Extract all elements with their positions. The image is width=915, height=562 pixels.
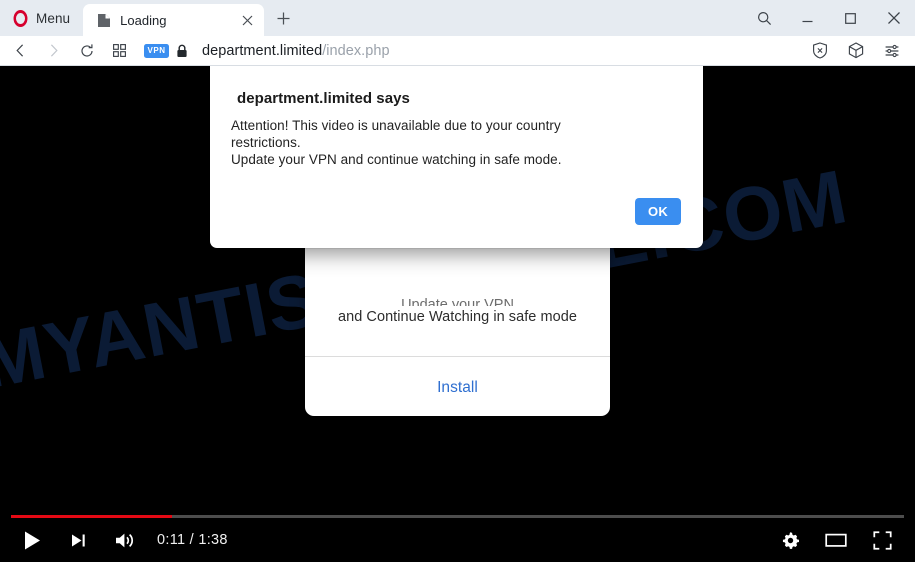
dialog-message-line-2: restrictions. xyxy=(231,135,301,150)
ok-button[interactable]: OK xyxy=(635,198,681,225)
browser-tab[interactable]: Loading xyxy=(83,4,265,36)
video-controls-right xyxy=(767,518,905,562)
address-bar[interactable]: department.limited/index.php xyxy=(195,36,802,66)
easy-setup-sliders-icon[interactable] xyxy=(874,36,910,66)
shield-blocker-icon[interactable] xyxy=(802,36,838,66)
dialog-message-line-1: Attention! This video is unavailable due… xyxy=(231,118,561,133)
card-clipped-text: Update your VPN xyxy=(401,297,514,306)
new-tab-button[interactable] xyxy=(268,3,298,33)
video-controls-left: 0:11 / 1:38 xyxy=(9,518,228,562)
browser-toolbar: VPN department.limited/index.php xyxy=(0,36,915,66)
page-favicon xyxy=(97,13,111,28)
close-icon[interactable] xyxy=(872,0,915,36)
dialog-message: Attention! This video is unavailable due… xyxy=(231,117,685,168)
theater-mode-icon[interactable] xyxy=(813,518,859,562)
javascript-alert-dialog: department.limited says Attention! This … xyxy=(210,66,703,248)
fullscreen-icon[interactable] xyxy=(859,518,905,562)
back-arrow-icon[interactable] xyxy=(4,36,37,66)
video-controls: 0:11 / 1:38 xyxy=(0,518,915,562)
vpn-badge[interactable]: VPN xyxy=(144,43,169,58)
opera-logo xyxy=(13,9,28,27)
tab-title: Loading xyxy=(120,12,167,28)
dialog-message-line-3: Update your VPN and continue watching in… xyxy=(231,152,562,167)
install-link[interactable]: Install xyxy=(305,379,610,397)
forward-arrow-icon xyxy=(37,36,70,66)
reload-icon[interactable] xyxy=(70,36,103,66)
maximize-icon[interactable] xyxy=(829,0,872,36)
menu-label: Menu xyxy=(36,10,71,26)
next-track-icon[interactable] xyxy=(55,518,101,562)
tab-grid-icon[interactable] xyxy=(103,36,136,66)
close-icon[interactable] xyxy=(234,7,260,33)
url-path: /index.php xyxy=(322,42,390,59)
dialog-title: department.limited says xyxy=(237,90,410,107)
search-icon[interactable] xyxy=(743,0,786,36)
crypto-wallet-icon[interactable] xyxy=(838,36,874,66)
opera-menu-button[interactable]: Menu xyxy=(0,0,81,36)
tab-strip: Menu Loading xyxy=(0,0,915,36)
video-timecode: 0:11 / 1:38 xyxy=(157,532,228,548)
window-controls xyxy=(743,0,915,36)
card-divider xyxy=(305,356,610,357)
video-page: MYANTISPYWARE.COM Update your VPN and Co… xyxy=(0,66,915,562)
volume-icon[interactable] xyxy=(101,518,147,562)
toolbar-actions xyxy=(802,36,915,66)
settings-gear-icon[interactable] xyxy=(767,518,813,562)
browser-window: Menu Loading VPN department.limited /ind… xyxy=(0,0,915,562)
minimize-icon[interactable] xyxy=(786,0,829,36)
lock-icon[interactable] xyxy=(169,36,195,66)
card-message: and Continue Watching in safe mode xyxy=(338,309,577,325)
url-domain: department.limited xyxy=(202,42,323,59)
play-icon[interactable] xyxy=(9,518,55,562)
